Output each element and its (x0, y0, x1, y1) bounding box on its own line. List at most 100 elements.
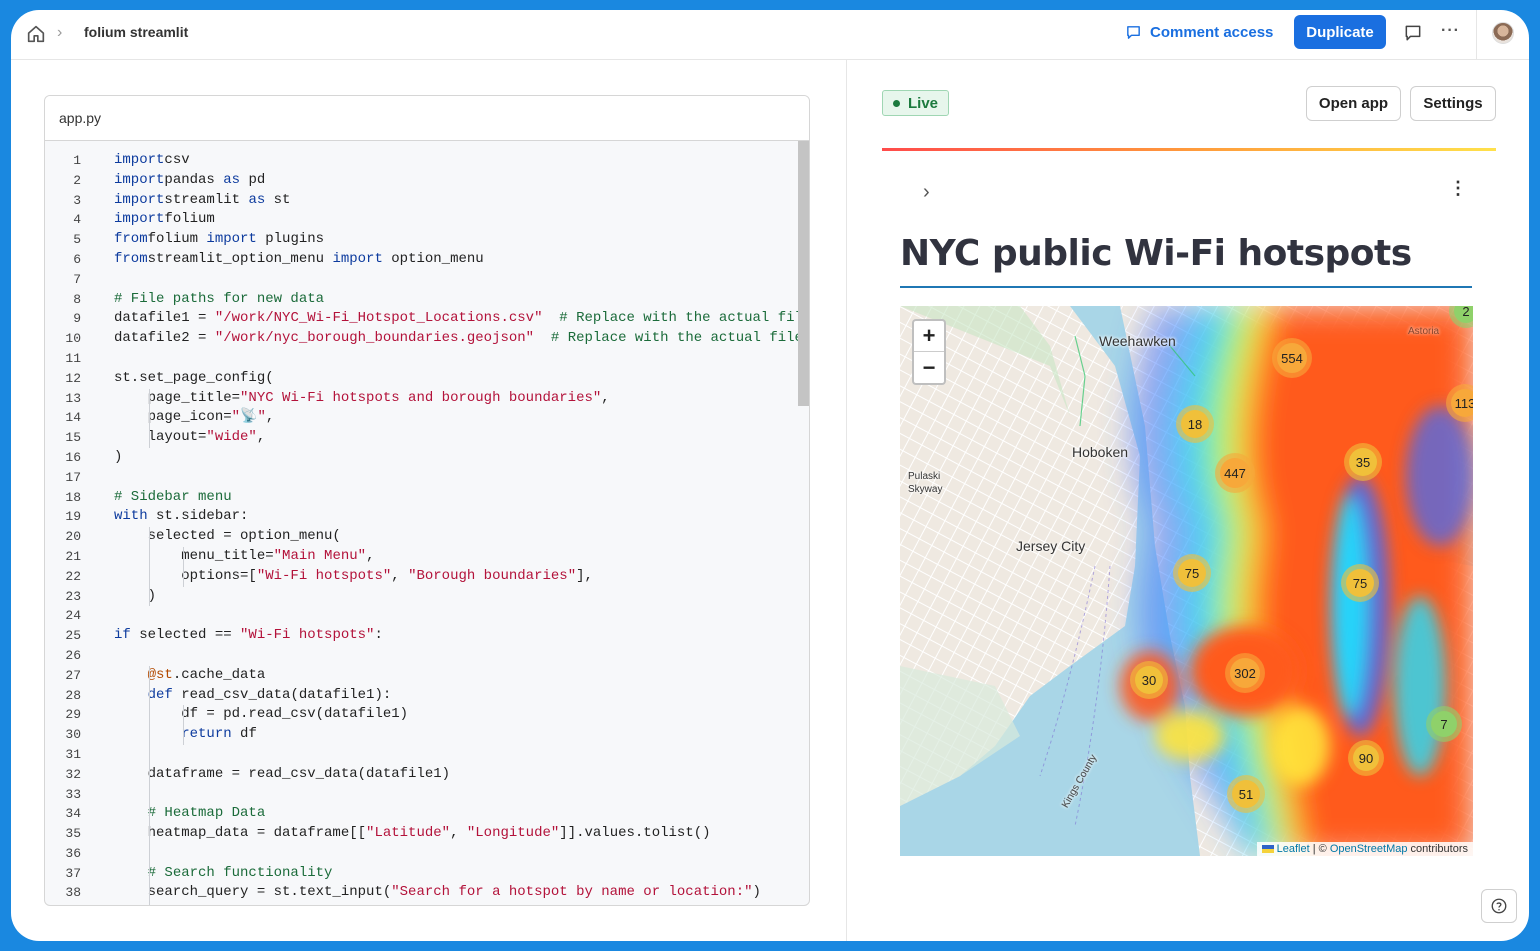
open-app-button[interactable]: Open app (1306, 86, 1401, 121)
home-icon[interactable] (25, 23, 47, 45)
map[interactable]: Weehawken Hoboken Jersey City Pulaski Sk… (900, 306, 1473, 856)
code-token: folium (147, 231, 207, 248)
cluster-marker[interactable]: 18 (1176, 405, 1214, 443)
cluster-marker[interactable]: 30 (1130, 661, 1168, 699)
settings-button[interactable]: Settings (1410, 86, 1496, 121)
avatar[interactable] (1492, 22, 1514, 44)
code-text: ) (81, 587, 156, 607)
code-text: fromstreamlit_option_menu import option_… (81, 250, 484, 270)
cluster-count: 302 (1230, 658, 1260, 688)
zoom-in-button[interactable]: + (914, 321, 944, 352)
chat-icon[interactable] (1403, 23, 1423, 43)
line-number: 26 (65, 647, 81, 663)
duplicate-button[interactable]: Duplicate (1294, 15, 1386, 49)
app-menu-icon[interactable]: ⋮ (1449, 178, 1467, 199)
zoom-out-button[interactable]: − (914, 352, 944, 383)
status-badge: Live (882, 90, 950, 116)
page-title: NYC public Wi-Fi hotspots (900, 233, 1412, 274)
code-line: 21 menu_title="Main Menu", (45, 547, 809, 567)
code-token: "NYC Wi-Fi hotspots and borough boundari… (240, 389, 602, 406)
code-text: datafile1 = "/work/NYC_Wi-Fi_Hotspot_Loc… (81, 309, 809, 329)
code-token: # Sidebar menu (114, 488, 232, 505)
line-number: 3 (73, 192, 81, 208)
code-line: 11 (45, 349, 809, 369)
code-line: 27 @st.cache_data (45, 666, 809, 686)
breadcrumb[interactable]: folium streamlit (84, 24, 188, 40)
code-token: df = pd.read_csv(datafile1) (114, 706, 409, 723)
code-editor[interactable]: app.py 1 importcsv 2 importpandas as pd 3 imp… (44, 95, 810, 906)
code-area[interactable]: 1 importcsv 2 importpandas as pd 3 importstre… (45, 141, 809, 905)
code-line: 3 importstreamlit as st (45, 191, 809, 211)
code-token: def (147, 686, 173, 703)
code-token: import (332, 250, 383, 267)
code-token: if (114, 627, 131, 644)
map-label-jersey-city: Jersey City (1016, 538, 1086, 554)
map-label-skyway: Skyway (908, 484, 943, 495)
code-line: 26 (45, 646, 809, 666)
cluster-marker[interactable]: 35 (1344, 443, 1382, 481)
more-options-icon[interactable]: ··· (1441, 22, 1460, 40)
cluster-count: 30 (1135, 666, 1163, 694)
code-token: import (114, 171, 165, 188)
code-line: 18 # Sidebar menu (45, 488, 809, 508)
code-text: heatmap_data = dataframe[["Latitude", "L… (81, 824, 711, 844)
code-token: , (256, 429, 266, 446)
line-number: 32 (65, 766, 81, 782)
scrollbar[interactable] (798, 141, 809, 406)
code-token: "📡" (231, 409, 266, 426)
cluster-marker[interactable]: 302 (1225, 653, 1265, 693)
code-token: df (231, 726, 257, 743)
cluster-marker[interactable]: 447 (1215, 453, 1255, 493)
preview-panel: Live Open app Settings › ⋮ NYC public Wi… (846, 60, 1529, 941)
code-token: , (366, 547, 375, 564)
line-number: 31 (65, 746, 81, 762)
comment-access-button[interactable]: Comment access (1125, 24, 1273, 41)
sidebar-expand-icon[interactable]: › (923, 181, 930, 204)
code-text: # Search functionality (81, 864, 333, 884)
code-token: selected == (130, 627, 241, 644)
map-label-hoboken: Hoboken (1072, 444, 1129, 460)
cluster-marker[interactable]: 554 (1272, 338, 1312, 378)
code-token: "Latitude" (366, 825, 451, 842)
cluster-marker[interactable]: 75 (1341, 564, 1379, 602)
flag-icon (1261, 845, 1274, 854)
line-number: 5 (73, 232, 81, 248)
code-token: # Replace with the actual file path (550, 330, 803, 347)
line-number: 17 (65, 469, 81, 485)
code-token: datafile2 = (114, 330, 215, 347)
code-text: def read_csv_data(datafile1): (81, 686, 392, 706)
code-token: ]].values.tolist() (559, 825, 711, 842)
help-button[interactable] (1481, 889, 1517, 923)
code-token: "Wi-Fi hotspots" (256, 567, 392, 584)
cluster-marker[interactable]: 7 (1426, 706, 1462, 742)
code-token: , (391, 567, 409, 584)
code-token: , (601, 389, 610, 406)
code-token: return (181, 726, 232, 743)
line-number: 14 (65, 410, 81, 426)
line-number: 27 (65, 667, 81, 683)
indent-guide (149, 666, 150, 905)
code-text: # File paths for new data (81, 290, 324, 310)
code-line: 33 (45, 785, 809, 805)
code-text: search_query = st.text_input("Search for… (81, 883, 761, 903)
line-number: 21 (65, 548, 81, 564)
cluster-marker[interactable]: 75 (1173, 554, 1211, 592)
line-number: 4 (73, 212, 81, 228)
leaflet-link[interactable]: Leaflet (1277, 843, 1310, 855)
code-token: import (114, 211, 165, 228)
code-token: "/work/nyc_borough_boundaries.geojson" (214, 330, 535, 347)
code-token: ], (576, 567, 593, 584)
osm-link[interactable]: OpenStreetMap (1330, 843, 1408, 855)
line-number: 9 (73, 311, 81, 327)
code-token: # Search functionality (147, 864, 333, 881)
line-number: 29 (65, 707, 81, 723)
cluster-marker[interactable]: 51 (1227, 775, 1265, 813)
code-token: heatmap_data = dataframe[[ (114, 825, 367, 842)
cluster-marker[interactable]: 90 (1348, 740, 1384, 776)
code-token: folium (164, 211, 215, 228)
